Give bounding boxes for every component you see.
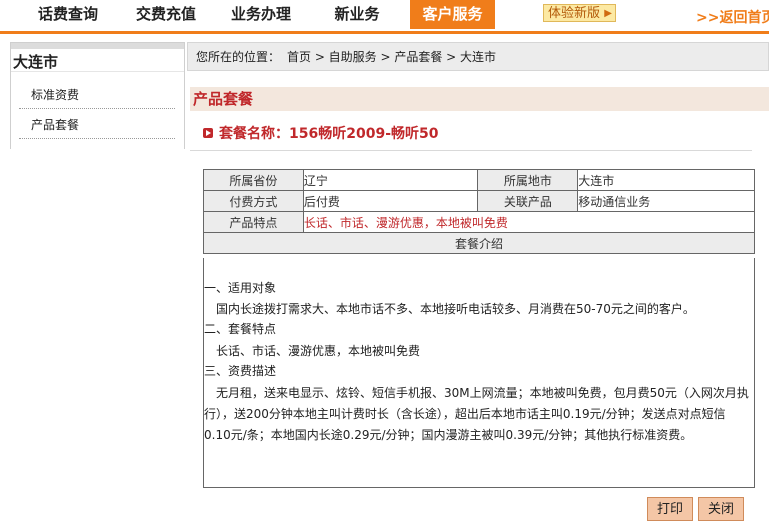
table-row: 套餐介绍 bbox=[203, 232, 755, 254]
province-label: 所属省份 bbox=[203, 169, 304, 191]
province-value: 辽宁 bbox=[302, 169, 479, 191]
package-description: 一、适用对象 国内长途拨打需求大、本地市话不多、本地接听电话较多、月消费在50-… bbox=[203, 258, 755, 488]
section-header: 产品套餐 bbox=[190, 87, 769, 111]
back-to-home-link[interactable]: >>返回首页 bbox=[696, 7, 769, 27]
breadcrumb: 您所在的位置： 首页 > 自助服务 > 产品套餐 > 大连市 bbox=[187, 42, 769, 71]
sidebar-city-title: 大连市 bbox=[13, 53, 59, 71]
close-button[interactable]: 关闭 bbox=[698, 497, 744, 521]
print-button[interactable]: 打印 bbox=[647, 497, 693, 521]
nav-business-handling[interactable]: 业务办理 bbox=[219, 0, 303, 29]
payment-value: 后付费 bbox=[302, 190, 479, 212]
desc-line: 一、适用对象 bbox=[204, 281, 277, 295]
breadcrumb-path: 首页 > 自助服务 > 产品套餐 > 大连市 bbox=[287, 50, 497, 64]
nav-bill-query[interactable]: 话费查询 bbox=[26, 0, 110, 29]
try-new-version-button[interactable]: 体验新版 ▶ bbox=[543, 4, 616, 22]
sidebar-top-strip bbox=[11, 43, 184, 49]
package-title-row: 套餐名称：156畅听2009-畅听50 bbox=[190, 120, 752, 151]
bullet-arrow-icon bbox=[203, 128, 213, 138]
desc-line: 行），送200分钟本地主叫计费时长（含长途），超出后本地市话主叫0.19元/分钟… bbox=[204, 407, 726, 421]
table-row: 产品特点 长话、市话、漫游优惠，本地被叫免费 bbox=[203, 211, 756, 233]
sidebar-item-standard-tariff[interactable]: 标准资费 bbox=[19, 82, 175, 109]
play-arrow-icon: ▶ bbox=[604, 8, 612, 19]
payment-label: 付费方式 bbox=[203, 190, 304, 212]
desc-line: 三、资费描述 bbox=[204, 364, 277, 378]
sidebar: 大连市 标准资费 产品套餐 bbox=[10, 42, 185, 149]
city-value: 大连市 bbox=[577, 169, 755, 191]
package-title: 套餐名称：156畅听2009-畅听50 bbox=[219, 126, 439, 142]
breadcrumb-label: 您所在的位置： bbox=[196, 50, 281, 64]
feature-value: 长话、市话、漫游优惠，本地被叫免费 bbox=[302, 211, 756, 233]
package-intro-header: 套餐介绍 bbox=[203, 232, 755, 254]
desc-line: 长话、市话、漫游优惠，本地被叫免费 bbox=[216, 344, 421, 358]
feature-label: 产品特点 bbox=[203, 211, 304, 233]
nav-payment-recharge[interactable]: 交费充值 bbox=[124, 0, 208, 29]
nav-new-business[interactable]: 新业务 bbox=[320, 0, 394, 29]
section-title: 产品套餐 bbox=[193, 90, 254, 108]
nav-customer-service[interactable]: 客户服务 bbox=[410, 0, 495, 29]
city-label: 所属地市 bbox=[477, 169, 579, 191]
desc-line: 0.10元/条；本地国内长途0.29元/分钟；国内漫游主被叫0.39元/分钟；其… bbox=[204, 428, 693, 442]
table-row: 所属省份 辽宁 所属地市 大连市 bbox=[203, 169, 755, 191]
desc-line: 二、套餐特点 bbox=[204, 322, 277, 336]
package-info-table: 所属省份 辽宁 所属地市 大连市 付费方式 后付费 关联产品 移动通信业务 产品… bbox=[203, 169, 756, 254]
related-product-label: 关联产品 bbox=[477, 190, 579, 212]
sidebar-list: 标准资费 产品套餐 bbox=[11, 71, 184, 149]
top-navigation: 话费查询 交费充值 业务办理 新业务 客户服务 体验新版 ▶ >>返回首页 bbox=[0, 0, 769, 34]
desc-line: 国内长途拨打需求大、本地市话不多、本地接听电话较多、月消费在50-70元之间的客… bbox=[216, 302, 695, 316]
try-new-version-label: 体验新版 bbox=[548, 6, 601, 21]
table-row: 付费方式 后付费 关联产品 移动通信业务 bbox=[203, 190, 755, 212]
desc-line: 无月租，送来电显示、炫铃、短信手机报、30M上网流量；本地被叫免费，包月费50元… bbox=[216, 386, 749, 400]
sidebar-item-product-package[interactable]: 产品套餐 bbox=[19, 112, 175, 139]
related-product-value: 移动通信业务 bbox=[577, 190, 755, 212]
